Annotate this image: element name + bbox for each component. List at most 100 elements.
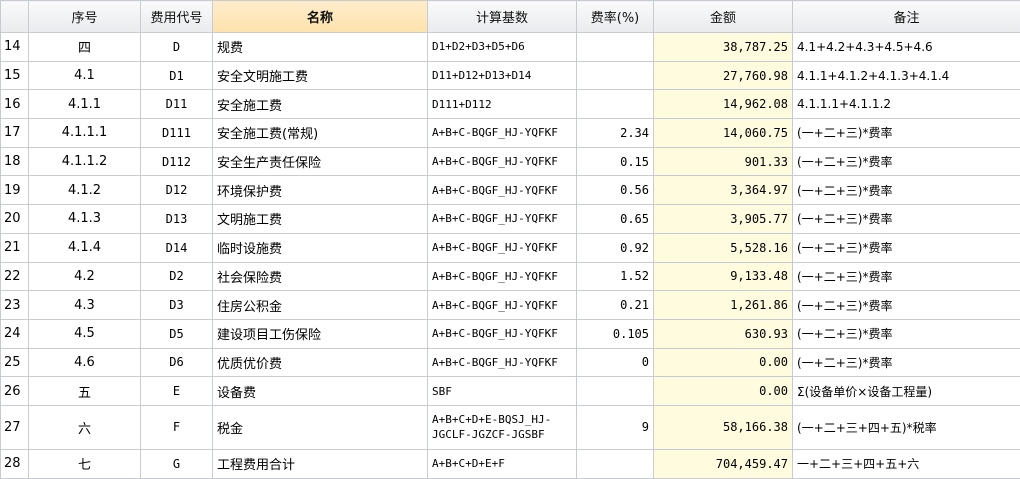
cell-code[interactable]: D111: [141, 119, 213, 148]
cell-basis[interactable]: A+B+C+D+E+F: [428, 449, 577, 478]
row-number[interactable]: 25: [1, 348, 29, 377]
cell-note[interactable]: (一+二+三+四+五)*税率: [793, 405, 1020, 449]
table-row[interactable]: 28七G工程费用合计A+B+C+D+E+F704,459.47一+二+三+四+五…: [1, 449, 1020, 478]
cell-note[interactable]: (一+二+三)*费率: [793, 319, 1020, 348]
table-row[interactable]: 184.1.1.2D112安全生产责任保险A+B+C-BQGF_HJ-YQFKF…: [1, 147, 1020, 176]
column-header-name[interactable]: 名称: [213, 1, 428, 33]
cell-basis[interactable]: SBF: [428, 377, 577, 406]
cell-name[interactable]: 工程费用合计: [213, 449, 428, 478]
row-number[interactable]: 19: [1, 176, 29, 205]
row-number[interactable]: 22: [1, 262, 29, 291]
cell-name[interactable]: 建设项目工伤保险: [213, 319, 428, 348]
cell-note[interactable]: 一+二+三+四+五+六: [793, 449, 1020, 478]
cell-note[interactable]: (一+二+三)*费率: [793, 205, 1020, 234]
cell-seq[interactable]: 五: [29, 377, 141, 406]
row-number[interactable]: 23: [1, 291, 29, 320]
cell-code[interactable]: D6: [141, 348, 213, 377]
column-header-note[interactable]: 备注: [793, 1, 1020, 33]
cell-basis[interactable]: A+B+C-BQGF_HJ-YQFKF: [428, 233, 577, 262]
cell-note[interactable]: (一+二+三)*费率: [793, 147, 1020, 176]
table-row[interactable]: 27六F税金A+B+C+D+E-BQSJ_HJ-JGCLF-JGZCF-JGSB…: [1, 405, 1020, 449]
table-row[interactable]: 244.5D5建设项目工伤保险A+B+C-BQGF_HJ-YQFKF0.1056…: [1, 319, 1020, 348]
cell-seq[interactable]: 四: [29, 33, 141, 62]
cell-rate[interactable]: 0.105: [577, 319, 654, 348]
cell-basis[interactable]: A+B+C-BQGF_HJ-YQFKF: [428, 205, 577, 234]
cell-amount[interactable]: 3,364.97: [654, 176, 793, 205]
cell-amount[interactable]: 901.33: [654, 147, 793, 176]
cell-code[interactable]: D112: [141, 147, 213, 176]
cell-name[interactable]: 优质优价费: [213, 348, 428, 377]
cell-code[interactable]: D12: [141, 176, 213, 205]
cell-basis[interactable]: A+B+C-BQGF_HJ-YQFKF: [428, 319, 577, 348]
cell-note[interactable]: (一+二+三)*费率: [793, 291, 1020, 320]
cell-rate[interactable]: 0.15: [577, 147, 654, 176]
cell-basis[interactable]: A+B+C-BQGF_HJ-YQFKF: [428, 262, 577, 291]
cell-amount[interactable]: 27,760.98: [654, 61, 793, 90]
cell-amount[interactable]: 38,787.25: [654, 33, 793, 62]
cell-rate[interactable]: 2.34: [577, 119, 654, 148]
cell-rate[interactable]: [577, 377, 654, 406]
cell-code[interactable]: D5: [141, 319, 213, 348]
cell-name[interactable]: 文明施工费: [213, 205, 428, 234]
cell-name[interactable]: 安全施工费: [213, 90, 428, 119]
cell-name[interactable]: 住房公积金: [213, 291, 428, 320]
cell-amount[interactable]: 14,060.75: [654, 119, 793, 148]
cell-basis[interactable]: A+B+C-BQGF_HJ-YQFKF: [428, 147, 577, 176]
cell-name[interactable]: 安全施工费(常规): [213, 119, 428, 148]
cell-rate[interactable]: [577, 449, 654, 478]
cell-amount[interactable]: 630.93: [654, 319, 793, 348]
cell-basis[interactable]: A+B+C-BQGF_HJ-YQFKF: [428, 291, 577, 320]
cell-basis[interactable]: D111+D112: [428, 90, 577, 119]
cell-basis[interactable]: A+B+C+D+E-BQSJ_HJ-JGCLF-JGZCF-JGSBF: [428, 405, 577, 449]
cell-seq[interactable]: 4.1.2: [29, 176, 141, 205]
table-row[interactable]: 26五E设备费SBF0.00Σ(设备单价×设备工程量): [1, 377, 1020, 406]
cell-seq[interactable]: 4.1.1.1: [29, 119, 141, 148]
cell-amount[interactable]: 1,261.86: [654, 291, 793, 320]
table-row[interactable]: 164.1.1D11安全施工费D111+D112 14,962.084.1.1.1…: [1, 90, 1020, 119]
cell-rate[interactable]: 0.65: [577, 205, 654, 234]
cell-rate[interactable]: 0.92: [577, 233, 654, 262]
cell-seq[interactable]: 4.1.1: [29, 90, 141, 119]
cell-name[interactable]: 临时设施费: [213, 233, 428, 262]
cell-seq[interactable]: 4.1: [29, 61, 141, 90]
cell-name[interactable]: 环境保护费: [213, 176, 428, 205]
cell-amount[interactable]: 14,962.08: [654, 90, 793, 119]
column-header-code[interactable]: 费用代号: [141, 1, 213, 33]
cell-basis[interactable]: A+B+C-BQGF_HJ-YQFKF: [428, 176, 577, 205]
cell-code[interactable]: D1: [141, 61, 213, 90]
cell-code[interactable]: D11: [141, 90, 213, 119]
cell-note[interactable]: 4.1.1.1+4.1.1.2: [793, 90, 1020, 119]
cell-note[interactable]: (一+二+三)*费率: [793, 176, 1020, 205]
cell-basis[interactable]: D11+D12+D13+D14: [428, 61, 577, 90]
cell-name[interactable]: 设备费: [213, 377, 428, 406]
row-number[interactable]: 20: [1, 205, 29, 234]
cell-seq[interactable]: 七: [29, 449, 141, 478]
table-row[interactable]: 214.1.4D14临时设施费A+B+C-BQGF_HJ-YQFKF0.925,…: [1, 233, 1020, 262]
row-number[interactable]: 16: [1, 90, 29, 119]
cell-seq[interactable]: 4.1.4: [29, 233, 141, 262]
cell-seq[interactable]: 4.1.1.2: [29, 147, 141, 176]
row-number[interactable]: 21: [1, 233, 29, 262]
column-header-basis[interactable]: 计算基数: [428, 1, 577, 33]
column-header-seq[interactable]: 序号: [29, 1, 141, 33]
table-row[interactable]: 254.6D6优质优价费A+B+C-BQGF_HJ-YQFKF00.00(一+二…: [1, 348, 1020, 377]
cell-name[interactable]: 规费: [213, 33, 428, 62]
cell-seq[interactable]: 4.3: [29, 291, 141, 320]
table-row[interactable]: 224.2D2社会保险费A+B+C-BQGF_HJ-YQFKF1.529,133…: [1, 262, 1020, 291]
cell-amount[interactable]: 3,905.77: [654, 205, 793, 234]
cell-code[interactable]: D3: [141, 291, 213, 320]
cell-code[interactable]: D: [141, 33, 213, 62]
cell-code[interactable]: E: [141, 377, 213, 406]
row-number-header[interactable]: [1, 1, 29, 33]
cell-seq[interactable]: 4.1.3: [29, 205, 141, 234]
row-number[interactable]: 15: [1, 61, 29, 90]
cell-amount[interactable]: 58,166.38: [654, 405, 793, 449]
table-row[interactable]: 14四D规费D1+D2+D3+D5+D638,787.254.1+4.2+4.3…: [1, 33, 1020, 62]
cell-code[interactable]: F: [141, 405, 213, 449]
cell-rate[interactable]: [577, 90, 654, 119]
column-header-rate[interactable]: 费率(%): [577, 1, 654, 33]
cell-note[interactable]: (一+二+三)*费率: [793, 348, 1020, 377]
cell-rate[interactable]: [577, 61, 654, 90]
cell-rate[interactable]: 0: [577, 348, 654, 377]
cell-amount[interactable]: 5,528.16: [654, 233, 793, 262]
